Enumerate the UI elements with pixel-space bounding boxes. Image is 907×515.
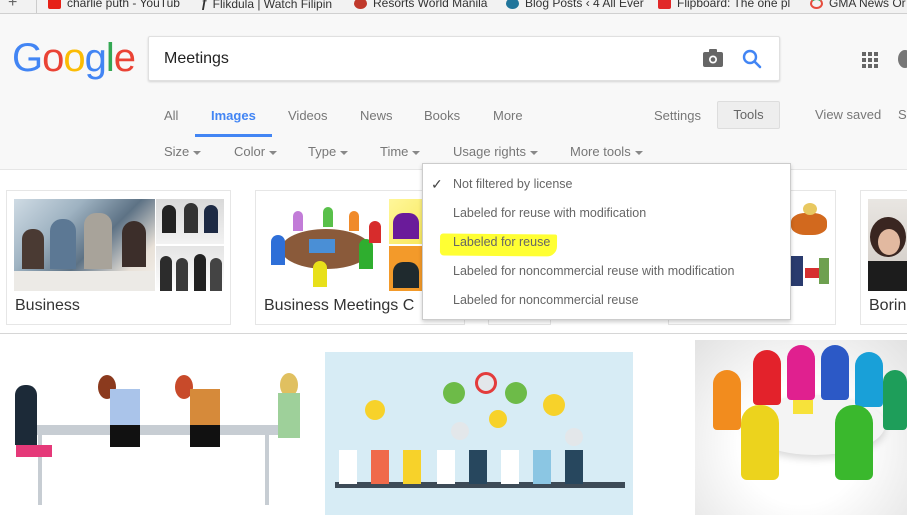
caret-down-icon xyxy=(412,150,421,155)
filter-type[interactable]: Type xyxy=(308,144,349,159)
tab-books[interactable]: Books xyxy=(424,108,460,123)
logo-letter: o xyxy=(63,36,85,80)
filter-size[interactable]: Size xyxy=(164,144,202,159)
bookmark-separator xyxy=(36,0,37,13)
check-icon: ✓ xyxy=(431,176,443,192)
related-card-boring[interactable]: Borin xyxy=(860,190,907,325)
gma-icon xyxy=(810,0,823,9)
apps-grid-icon[interactable] xyxy=(862,52,878,68)
cartoon-meeting-thumb-1 xyxy=(791,199,831,244)
camera-icon[interactable] xyxy=(703,49,723,67)
tab-more[interactable]: More xyxy=(493,108,523,123)
related-card-label: Borin xyxy=(869,297,907,314)
bookmark-youtube[interactable]: charlie puth - YouTub xyxy=(48,0,180,10)
menu-item-noncommercial-with-modification[interactable]: Labeled for noncommercial reuse with mod… xyxy=(453,264,734,278)
filter-label: More tools xyxy=(570,144,631,159)
logo-letter: e xyxy=(113,36,136,80)
usage-rights-menu: ✓ Not filtered by license Labeled for re… xyxy=(422,163,791,320)
search-icon[interactable] xyxy=(741,48,763,70)
image-result-colorful-figures[interactable] xyxy=(695,340,907,515)
bookmarks-bar: + charlie puth - YouTub f Flikdula | Watc… xyxy=(0,0,907,14)
search-input[interactable] xyxy=(164,46,684,72)
safesearch-link[interactable]: S xyxy=(898,107,907,122)
logo-letter: l xyxy=(105,36,115,80)
bookmark-label: charlie puth - YouTub xyxy=(67,0,180,10)
bookmark-wordpress[interactable]: Blog Posts ‹ 4 All Ever xyxy=(506,0,644,10)
youtube-icon xyxy=(48,0,61,9)
filter-label: Size xyxy=(164,144,190,159)
settings-link[interactable]: Settings xyxy=(654,108,701,123)
filter-more-tools[interactable]: More tools xyxy=(570,144,643,159)
menu-item-noncommercial-reuse[interactable]: Labeled for noncommercial reuse xyxy=(453,293,639,307)
results-divider xyxy=(0,333,907,334)
filter-time[interactable]: Time xyxy=(380,144,421,159)
filter-label: Usage rights xyxy=(453,144,526,159)
related-card-label: Business Meetings C xyxy=(264,297,415,314)
menu-item-labeled-for-reuse[interactable]: Labeled for reuse xyxy=(453,235,550,249)
business-thumb-2 xyxy=(156,199,224,244)
search-header: Google All Images Videos News Books More… xyxy=(0,14,907,170)
image-result-office-meeting[interactable] xyxy=(10,365,315,505)
menu-item-reuse-with-modification[interactable]: Labeled for reuse with modification xyxy=(453,206,646,220)
filter-color[interactable]: Color xyxy=(234,144,278,159)
caret-down-icon xyxy=(634,150,643,155)
business-meeting-photo xyxy=(14,199,155,291)
related-card-label: Business xyxy=(15,297,80,314)
filter-label: Color xyxy=(234,144,266,159)
caret-down-icon xyxy=(340,150,349,155)
tab-all[interactable]: All xyxy=(164,108,178,123)
account-avatar[interactable] xyxy=(898,50,907,68)
bookmark-flipboard[interactable]: Flipboard: The one pl xyxy=(658,0,790,10)
tab-videos[interactable]: Videos xyxy=(288,108,328,123)
flipboard-icon xyxy=(658,0,671,9)
bookmark-gma[interactable]: GMA News Or xyxy=(810,0,906,10)
bookmark-label: Blog Posts ‹ 4 All Ever xyxy=(525,0,644,10)
plus-icon[interactable]: + xyxy=(8,0,17,12)
bookmark-label: Flikdula | Watch Filipin xyxy=(212,0,333,11)
active-tab-indicator xyxy=(195,134,272,137)
boring-meeting-photo xyxy=(868,199,907,291)
search-box xyxy=(148,36,780,81)
filter-usage-rights[interactable]: Usage rights xyxy=(453,144,538,159)
cartoon-meeting-thumb-2 xyxy=(791,246,831,291)
image-result-team-ideas[interactable] xyxy=(325,352,633,515)
view-saved-link[interactable]: View saved xyxy=(815,107,881,122)
resorts-world-icon xyxy=(354,0,367,9)
puzzle-table-clipart xyxy=(263,199,388,291)
bookmark-label: Resorts World Manila xyxy=(373,0,488,10)
google-logo[interactable]: Google xyxy=(12,36,136,81)
caret-down-icon xyxy=(193,150,202,155)
menu-item-not-filtered[interactable]: Not filtered by license xyxy=(453,177,573,191)
tab-images[interactable]: Images xyxy=(211,108,256,123)
wordpress-icon xyxy=(506,0,519,9)
filter-label: Time xyxy=(380,144,409,159)
caret-down-icon xyxy=(269,150,278,155)
flikdula-icon: f xyxy=(202,0,207,11)
bookmark-flikdula[interactable]: f Flikdula | Watch Filipin xyxy=(202,0,332,12)
tab-news[interactable]: News xyxy=(360,108,393,123)
caret-down-icon xyxy=(529,150,538,155)
logo-letter: o xyxy=(42,36,64,80)
bookmark-label: Flipboard: The one pl xyxy=(677,0,791,10)
tools-button[interactable]: Tools xyxy=(717,101,780,129)
bookmark-label: GMA News Or xyxy=(829,0,906,10)
logo-letter: g xyxy=(84,36,107,80)
logo-letter: G xyxy=(12,36,43,80)
business-thumb-3 xyxy=(156,246,224,291)
filter-label: Type xyxy=(308,144,337,159)
related-card-business[interactable]: Business xyxy=(6,190,231,325)
bookmark-resorts-world[interactable]: Resorts World Manila xyxy=(354,0,487,10)
